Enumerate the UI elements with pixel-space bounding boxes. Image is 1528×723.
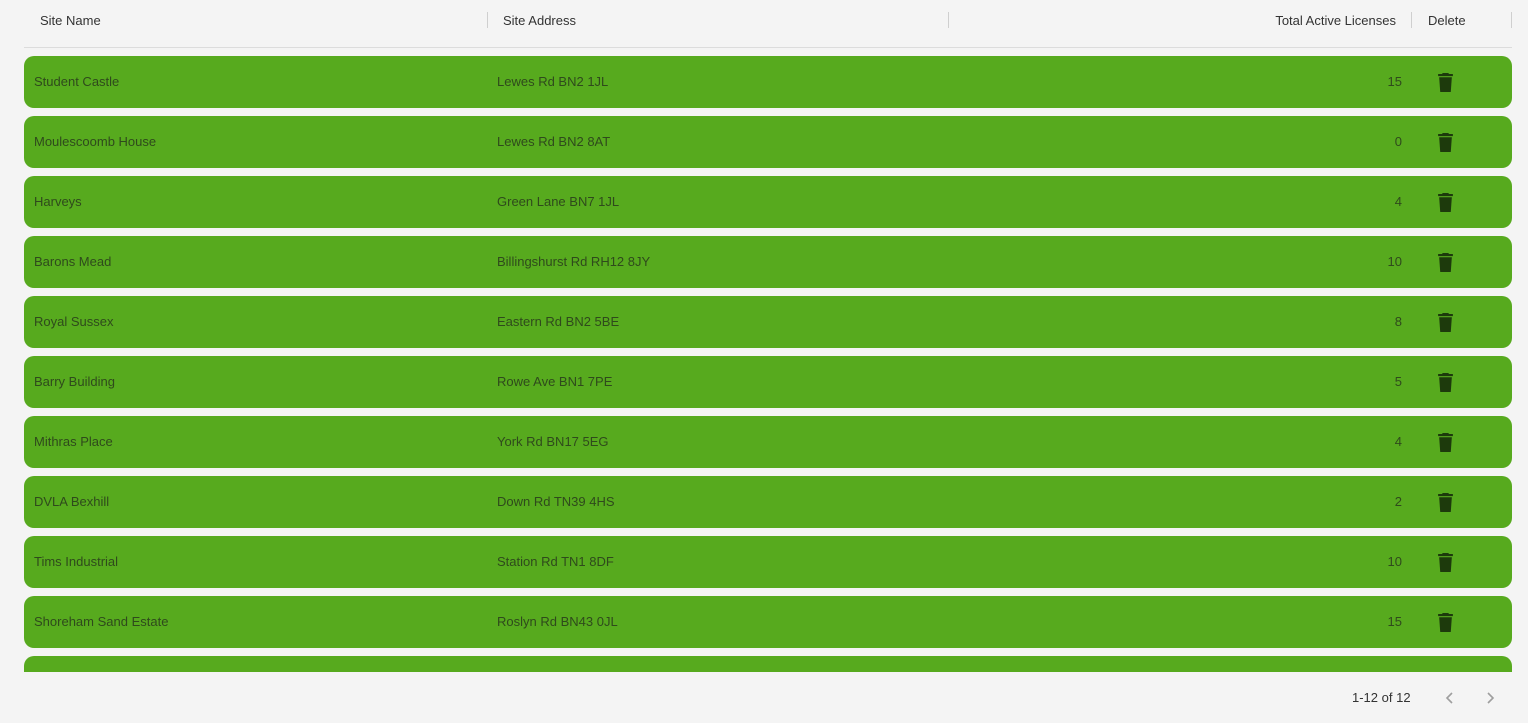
total-active-licenses-cell: 10 bbox=[1387, 554, 1402, 569]
site-address-cell: Roslyn Rd BN43 0JL bbox=[497, 614, 618, 629]
site-address-cell: Billingshurst Rd RH12 8JY bbox=[497, 254, 651, 269]
site-name-cell: Royal Sussex bbox=[34, 314, 114, 329]
column-resize-handle[interactable] bbox=[487, 12, 488, 28]
table-row[interactable] bbox=[24, 656, 1512, 672]
total-active-licenses-cell: 15 bbox=[1387, 614, 1402, 629]
trash-icon bbox=[1437, 252, 1453, 272]
table-row[interactable]: Tims Industrial Station Rd TN1 8DF 10 bbox=[24, 536, 1512, 588]
header-total-active-licenses[interactable]: Total Active Licenses bbox=[1275, 13, 1396, 29]
table-row[interactable]: DVLA Bexhill Down Rd TN39 4HS 2 bbox=[24, 476, 1512, 528]
table-header: Site Name Site Address Total Active Lice… bbox=[24, 0, 1512, 48]
site-address-cell: Down Rd TN39 4HS bbox=[497, 494, 615, 509]
chevron-left-icon bbox=[1445, 692, 1453, 704]
pagination-range: 1-12 of 12 bbox=[1352, 690, 1411, 705]
delete-button[interactable] bbox=[1435, 371, 1455, 393]
delete-button[interactable] bbox=[1435, 491, 1455, 513]
trash-icon bbox=[1437, 492, 1453, 512]
column-resize-handle[interactable] bbox=[1411, 12, 1412, 28]
delete-button[interactable] bbox=[1435, 311, 1455, 333]
site-address-cell: Station Rd TN1 8DF bbox=[497, 554, 614, 569]
total-active-licenses-cell: 5 bbox=[1394, 374, 1402, 389]
site-address-cell: York Rd BN17 5EG bbox=[497, 434, 609, 449]
trash-icon bbox=[1437, 312, 1453, 332]
delete-button[interactable] bbox=[1435, 551, 1455, 573]
site-name-cell: Barry Building bbox=[34, 374, 115, 389]
previous-page-button[interactable] bbox=[1439, 687, 1461, 709]
table-row[interactable]: Harveys Green Lane BN7 1JL 4 bbox=[24, 176, 1512, 228]
site-name-cell: Tims Industrial bbox=[34, 554, 119, 569]
next-page-button[interactable] bbox=[1479, 687, 1501, 709]
table-row[interactable]: Mithras Place York Rd BN17 5EG 4 bbox=[24, 416, 1512, 468]
trash-icon bbox=[1437, 192, 1453, 212]
total-active-licenses-cell: 10 bbox=[1387, 254, 1402, 269]
header-site-address[interactable]: Site Address bbox=[503, 13, 576, 29]
site-name-cell: Moulescoomb House bbox=[34, 134, 157, 149]
site-name-cell: Mithras Place bbox=[34, 434, 113, 449]
header-delete: Delete bbox=[1428, 13, 1466, 28]
table-row[interactable]: Royal Sussex Eastern Rd BN2 5BE 8 bbox=[24, 296, 1512, 348]
trash-icon bbox=[1437, 612, 1453, 632]
delete-button[interactable] bbox=[1435, 191, 1455, 213]
table-row[interactable]: Barons Mead Billingshurst Rd RH12 8JY 10 bbox=[24, 236, 1512, 288]
trash-icon bbox=[1437, 132, 1453, 152]
site-name-cell: DVLA Bexhill bbox=[34, 494, 110, 509]
header-site-name[interactable]: Site Name bbox=[40, 13, 101, 29]
site-address-cell: Eastern Rd BN2 5BE bbox=[497, 314, 620, 329]
total-active-licenses-cell: 8 bbox=[1394, 314, 1402, 329]
site-address-cell: Lewes Rd BN2 8AT bbox=[497, 134, 611, 149]
table-row[interactable]: Shoreham Sand Estate Roslyn Rd BN43 0JL 15 bbox=[24, 596, 1512, 648]
trash-icon bbox=[1437, 432, 1453, 452]
total-active-licenses-cell: 0 bbox=[1394, 134, 1402, 149]
table-row[interactable]: Student Castle Lewes Rd BN2 1JL 15 bbox=[24, 56, 1512, 108]
column-resize-handle[interactable] bbox=[1511, 12, 1512, 28]
column-resize-handle[interactable] bbox=[948, 12, 949, 28]
site-name-cell: Shoreham Sand Estate bbox=[34, 614, 169, 629]
table-row[interactable]: Barry Building Rowe Ave BN1 7PE 5 bbox=[24, 356, 1512, 408]
trash-icon bbox=[1437, 372, 1453, 392]
delete-button[interactable] bbox=[1435, 431, 1455, 453]
chevron-right-icon bbox=[1487, 692, 1495, 704]
table-body: Student Castle Lewes Rd BN2 1JL 15 Moulesco… bbox=[24, 56, 1512, 672]
delete-button[interactable] bbox=[1435, 131, 1455, 153]
trash-icon bbox=[1437, 552, 1453, 572]
site-name-cell: Barons Mead bbox=[34, 254, 112, 269]
total-active-licenses-cell: 15 bbox=[1387, 74, 1402, 89]
site-address-cell: Lewes Rd BN2 1JL bbox=[497, 74, 609, 89]
site-address-cell: Rowe Ave BN1 7PE bbox=[497, 374, 613, 389]
site-name-cell: Student Castle bbox=[34, 74, 120, 89]
pagination: 1-12 of 12 bbox=[0, 672, 1528, 723]
site-address-cell: Green Lane BN7 1JL bbox=[497, 194, 620, 209]
total-active-licenses-cell: 4 bbox=[1394, 434, 1402, 449]
sites-table: Site Name Site Address Total Active Lice… bbox=[24, 0, 1512, 672]
total-active-licenses-cell: 2 bbox=[1394, 494, 1402, 509]
delete-button[interactable] bbox=[1435, 611, 1455, 633]
delete-button[interactable] bbox=[1435, 251, 1455, 273]
delete-button[interactable] bbox=[1435, 71, 1455, 93]
site-name-cell: Harveys bbox=[34, 194, 82, 209]
table-row[interactable]: Moulescoomb House Lewes Rd BN2 8AT 0 bbox=[24, 116, 1512, 168]
trash-icon bbox=[1437, 72, 1453, 92]
total-active-licenses-cell: 4 bbox=[1394, 194, 1402, 209]
